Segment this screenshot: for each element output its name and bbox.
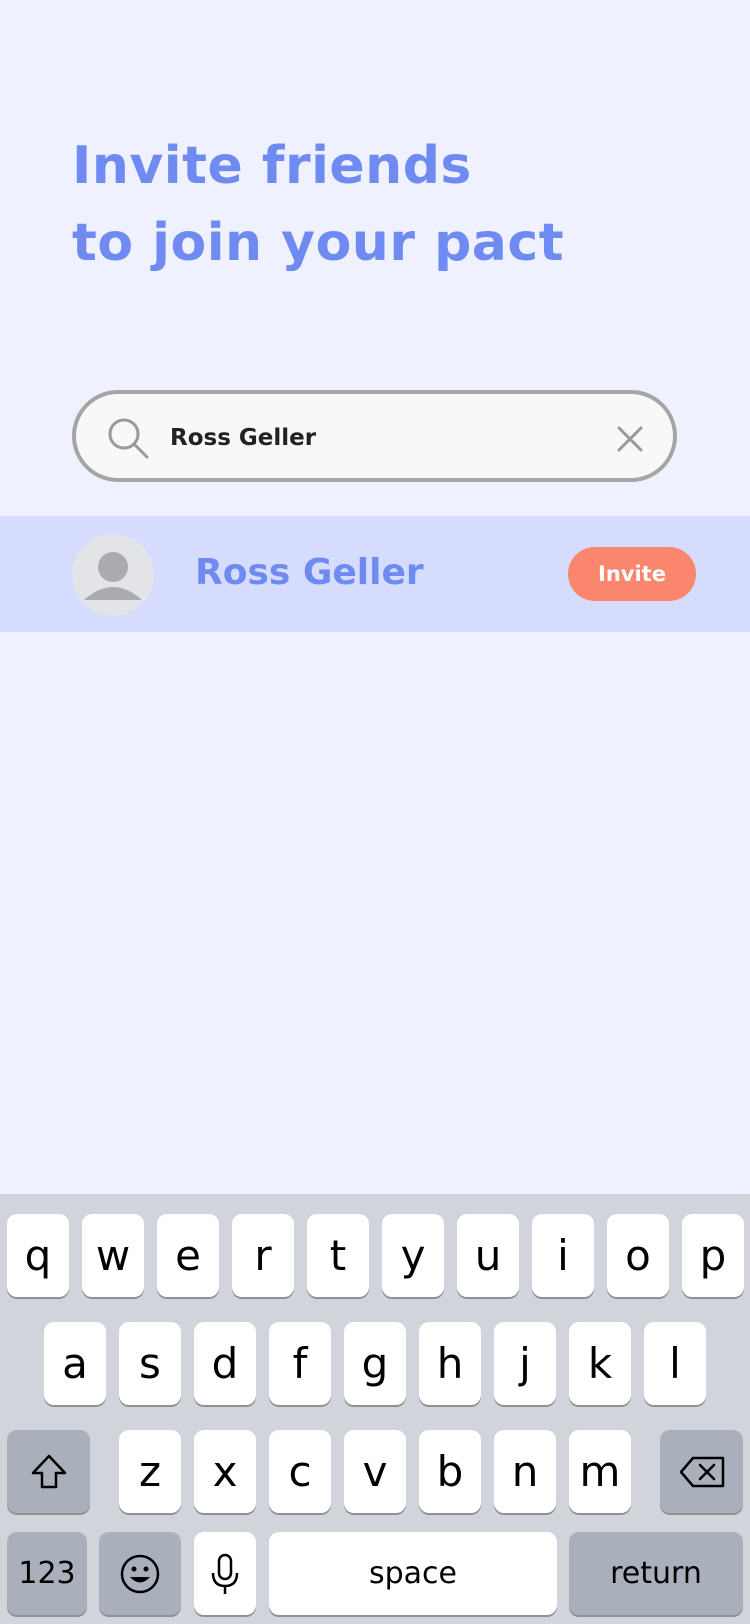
key-r[interactable]: r [232,1214,294,1297]
key-b[interactable]: b [419,1430,481,1513]
space-key[interactable]: space [269,1532,557,1615]
result-name: Ross Geller [195,552,424,593]
delete-key[interactable] [660,1430,743,1513]
dictation-key[interactable] [194,1532,256,1615]
shift-key[interactable] [7,1430,90,1513]
key-h[interactable]: h [419,1322,481,1405]
key-i[interactable]: i [532,1214,594,1297]
avatar [72,534,154,616]
invite-button[interactable]: Invite [568,547,696,601]
key-k[interactable]: k [569,1322,631,1405]
key-a[interactable]: a [44,1322,106,1405]
page-title: Invite friends to join your pact [72,128,564,282]
key-e[interactable]: e [157,1214,219,1297]
key-q[interactable]: q [7,1214,69,1297]
key-x[interactable]: x [194,1430,256,1513]
microphone-icon [211,1553,239,1594]
key-j[interactable]: j [494,1322,556,1405]
key-p[interactable]: p [682,1214,744,1297]
key-u[interactable]: u [457,1214,519,1297]
key-y[interactable]: y [382,1214,444,1297]
clear-icon[interactable] [615,424,645,454]
search-input[interactable] [170,416,590,460]
result-row: Ross Geller Invite [0,516,750,632]
numbers-key[interactable]: 123 [7,1532,87,1615]
key-s[interactable]: s [119,1322,181,1405]
key-w[interactable]: w [82,1214,144,1297]
key-c[interactable]: c [269,1430,331,1513]
return-key[interactable]: return [569,1532,743,1615]
key-m[interactable]: m [569,1430,631,1513]
page-title-line-2: to join your pact [72,213,565,273]
key-z[interactable]: z [119,1430,181,1513]
page-title-line-1: Invite friends [72,136,472,196]
key-t[interactable]: t [307,1214,369,1297]
key-d[interactable]: d [194,1322,256,1405]
key-o[interactable]: o [607,1214,669,1297]
key-l[interactable]: l [644,1322,706,1405]
person-icon [84,552,142,600]
key-g[interactable]: g [344,1322,406,1405]
keyboard: q w e r t y u i o p a s d f g h j k l z … [0,1194,750,1624]
emoji-icon [120,1554,160,1593]
key-v[interactable]: v [344,1430,406,1513]
key-f[interactable]: f [269,1322,331,1405]
search-bar[interactable] [72,390,677,482]
shift-icon [31,1454,66,1488]
search-icon [108,418,149,459]
backspace-icon [679,1456,724,1487]
key-n[interactable]: n [494,1430,556,1513]
emoji-key[interactable] [99,1532,181,1615]
